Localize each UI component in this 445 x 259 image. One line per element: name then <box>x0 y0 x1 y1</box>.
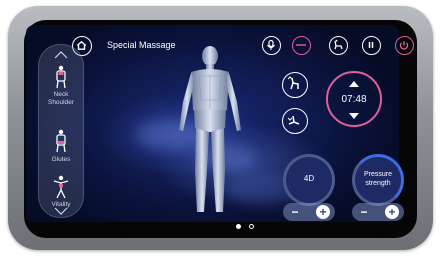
decrease-pressure-button[interactable]: − <box>357 205 371 219</box>
triangle-up-icon[interactable] <box>349 81 359 87</box>
increase-4d-button[interactable]: + <box>316 205 330 219</box>
vitality-massage-icon <box>53 175 69 199</box>
mode-4d-label: 4D <box>303 174 315 183</box>
backrest-adjust-button[interactable] <box>282 72 308 98</box>
massage-program-sidebar[interactable]: Neck Shoulder Glutes Vitality <box>38 44 84 218</box>
pressure-dial[interactable]: Pressure strength <box>352 154 404 206</box>
sidebar-item-glutes[interactable]: Glutes <box>39 129 83 169</box>
sidebar-item-label: Glutes <box>51 156 71 163</box>
chair-mode-button[interactable] <box>329 36 348 55</box>
sidebar-item-label: Neck Shoulder <box>47 91 75 106</box>
sidebar-item-neck-shoulder[interactable]: Neck Shoulder <box>39 63 83 115</box>
sidebar-item-vitality[interactable]: Vitality <box>39 175 83 209</box>
triangle-down-icon[interactable] <box>349 113 359 119</box>
pause-icon <box>368 42 374 48</box>
page-indicator-dot[interactable] <box>249 224 254 229</box>
pressure-stepper[interactable]: − + <box>352 203 404 221</box>
mode-4d-dial[interactable]: 4D <box>283 154 335 206</box>
decrease-4d-button[interactable]: − <box>288 205 302 219</box>
chevron-down-icon[interactable] <box>54 207 68 215</box>
page-indicator-dot-active[interactable] <box>236 224 241 229</box>
pause-recline-button[interactable] <box>292 36 311 55</box>
chevron-up-icon[interactable] <box>54 51 68 59</box>
increase-pressure-button[interactable]: + <box>385 205 399 219</box>
power-button[interactable] <box>395 36 414 55</box>
glutes-massage-icon <box>56 129 66 153</box>
pressure-label: Pressure strength <box>363 171 392 187</box>
backrest-down-icon <box>287 115 300 125</box>
mode-4d-stepper[interactable]: − + <box>283 203 335 221</box>
neck-shoulder-massage-icon <box>56 65 66 89</box>
minus-bar-icon <box>296 44 306 46</box>
microphone-icon <box>267 39 275 50</box>
power-icon <box>399 41 409 50</box>
body-model-figure <box>179 46 241 212</box>
reclining-chair-icon <box>334 39 343 50</box>
timer-dial[interactable]: 07:48 <box>326 71 382 127</box>
timer-value: 07:48 <box>341 94 367 105</box>
backrest-up-icon <box>287 76 299 90</box>
legrest-adjust-button[interactable] <box>282 108 308 134</box>
pause-button[interactable] <box>362 36 381 55</box>
